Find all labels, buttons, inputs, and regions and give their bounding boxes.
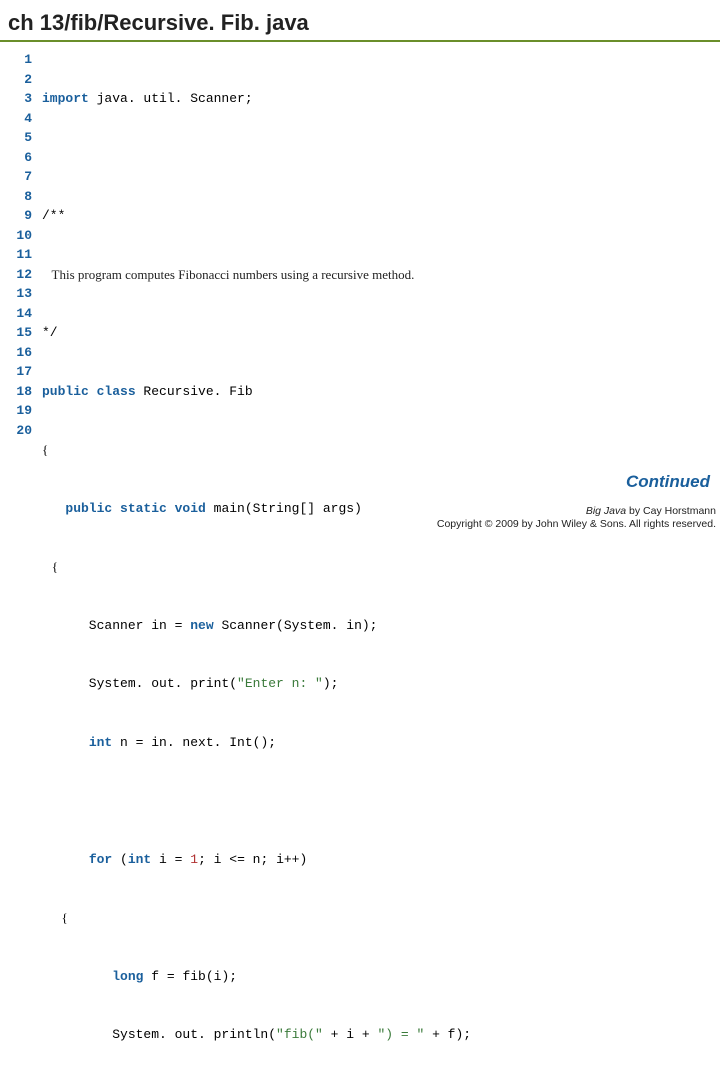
code-text: + i + [323,1027,378,1042]
code-line: /** [42,206,712,226]
code-line: Scanner in = new Scanner(System. in); [42,616,712,636]
line-number: 9 [14,206,32,226]
book-title: Big Java [586,505,626,517]
code-line: import java. util. Scanner; [42,89,712,109]
code-content: import java. util. Scanner; /** This pro… [42,50,712,1080]
brace: { [42,559,58,574]
code-text: ( [112,852,128,867]
keyword: for [89,852,112,867]
slide-title: ch 13/fib/Recursive. Fib. java [0,0,720,42]
code-line: { [42,440,712,460]
code-line: { [42,557,712,577]
code-line [42,148,712,168]
brace: { [42,910,68,925]
code-text: ; i <= n; i++) [198,852,307,867]
line-number: 1 [14,50,32,70]
brace: { [42,442,48,457]
line-number: 4 [14,109,32,129]
line-number: 5 [14,128,32,148]
line-number: 2 [14,70,32,90]
code-line: { [42,908,712,928]
indent [42,969,112,984]
line-number: 17 [14,362,32,382]
keyword: new [190,618,213,633]
line-number: 19 [14,401,32,421]
author-name: by Cay Horstmann [626,505,716,517]
code-block: 1 2 3 4 5 6 7 8 9 10 11 12 13 14 15 16 1… [0,42,720,1080]
line-number-gutter: 1 2 3 4 5 6 7 8 9 10 11 12 13 14 15 16 1… [14,50,42,1080]
code-line: long f = fib(i); [42,967,712,987]
keyword: public class [42,384,136,399]
code-text: Scanner(System. in); [214,618,378,633]
indent [42,852,89,867]
code-line: int n = in. next. Int(); [42,733,712,753]
code-text: System. out. println( [42,1027,276,1042]
code-line: for (int i = 1; i <= n; i++) [42,850,712,870]
line-number: 11 [14,245,32,265]
line-number: 13 [14,284,32,304]
line-number: 16 [14,343,32,363]
line-number: 6 [14,148,32,168]
keyword: int [89,735,112,750]
line-number: 7 [14,167,32,187]
code-text: + f); [424,1027,471,1042]
keyword: public static void [65,501,205,516]
copyright-text: Copyright © 2009 by John Wiley & Sons. A… [437,518,716,532]
line-number: 10 [14,226,32,246]
code-text: f = fib(i); [143,969,237,984]
footer-line-1: Big Java by Cay Horstmann [437,505,716,519]
code-line: System. out. println("fib(" + i + ") = "… [42,1025,712,1045]
code-text: Scanner in = [42,618,190,633]
line-number: 18 [14,382,32,402]
string-literal: "fib(" [276,1027,323,1042]
keyword: long [112,969,143,984]
code-line: */ [42,323,712,343]
code-text: i = [151,852,190,867]
code-text: Recursive. Fib [136,384,253,399]
string-literal: ") = " [377,1027,424,1042]
line-number: 8 [14,187,32,207]
code-text: n = in. next. Int(); [112,735,276,750]
comment-open: /** [42,208,65,223]
indent [42,501,65,516]
string-literal: "Enter n: " [237,676,323,691]
keyword: import [42,91,89,106]
comment-close: */ [42,325,58,340]
code-text: main(String[] args) [206,501,362,516]
code-line: public class Recursive. Fib [42,382,712,402]
line-number: 3 [14,89,32,109]
code-text: System. out. print( [42,676,237,691]
code-line [42,791,712,811]
line-number: 15 [14,323,32,343]
line-number: 20 [14,421,32,441]
indent [42,735,89,750]
continued-label: Continued [626,472,710,492]
code-line: System. out. print("Enter n: "); [42,674,712,694]
line-number: 12 [14,265,32,285]
keyword: int [128,852,151,867]
comment-text: This program computes Fibonacci numbers … [42,267,414,282]
number-literal: 1 [190,852,198,867]
code-line: This program computes Fibonacci numbers … [42,265,712,285]
line-number: 14 [14,304,32,324]
code-text: ); [323,676,339,691]
slide-footer: Big Java by Cay Horstmann Copyright © 20… [437,505,716,532]
code-text: java. util. Scanner; [89,91,253,106]
